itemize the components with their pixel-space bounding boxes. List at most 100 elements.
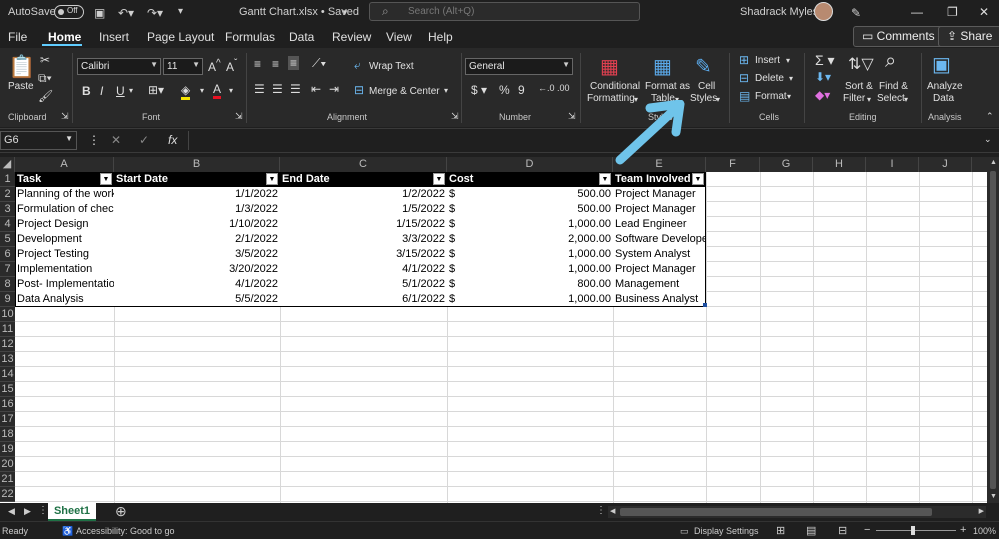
chevron-down-icon[interactable]: ▾ xyxy=(229,86,233,95)
sort-filter-icon[interactable]: ⇅▽ xyxy=(848,54,874,74)
tab-formulas[interactable]: Formulas xyxy=(225,30,275,44)
row-header[interactable]: 21 xyxy=(0,472,15,487)
merge-center-button[interactable]: Merge & Center xyxy=(369,86,440,97)
accessibility-icon[interactable]: ♿ xyxy=(62,526,73,537)
tab-file[interactable]: File xyxy=(8,30,27,44)
restore-icon[interactable]: ❐ xyxy=(947,5,958,19)
borders-icon[interactable]: ⊞▾ xyxy=(148,83,164,97)
underline-icon[interactable]: U xyxy=(116,84,125,98)
name-box[interactable]: G6 ▼ xyxy=(0,131,77,150)
filter-dropdown-icon[interactable]: ▼ xyxy=(692,173,704,185)
chevron-down-icon[interactable]: ▼ xyxy=(341,8,349,17)
italic-icon[interactable]: I xyxy=(100,84,103,98)
row-header[interactable]: 13 xyxy=(0,352,15,367)
dialog-launcher-icon[interactable]: ⇲ xyxy=(451,111,459,122)
normal-view-icon[interactable]: ⊞ xyxy=(776,524,785,537)
filter-dropdown-icon[interactable]: ▼ xyxy=(100,173,112,185)
bold-icon[interactable]: B xyxy=(82,84,91,98)
row-header[interactable]: 14 xyxy=(0,367,15,382)
row-header[interactable]: 2 xyxy=(0,187,15,202)
cut-icon[interactable]: ✂ xyxy=(40,53,50,67)
autosave-toggle[interactable]: Off xyxy=(54,5,84,19)
column-header[interactable]: A xyxy=(15,157,114,172)
zoom-slider-thumb[interactable] xyxy=(911,526,915,535)
comma-icon[interactable]: 9 xyxy=(518,83,525,97)
row-header[interactable]: 22 xyxy=(0,487,15,502)
autosum-icon[interactable]: Σ ▾ xyxy=(815,52,835,69)
column-header[interactable]: D xyxy=(447,157,613,172)
row-header[interactable]: 19 xyxy=(0,442,15,457)
row-header[interactable]: 5 xyxy=(0,232,15,247)
row-header[interactable]: 12 xyxy=(0,337,15,352)
row-header[interactable]: 16 xyxy=(0,397,15,412)
undo-icon[interactable]: ↶▾ xyxy=(118,6,134,20)
dialog-launcher-icon[interactable]: ⇲ xyxy=(235,111,243,122)
scroll-up-icon[interactable]: ▲ xyxy=(990,159,997,166)
find-select-button[interactable]: Find & xyxy=(879,81,908,92)
display-settings-icon[interactable]: ▭ xyxy=(680,526,689,537)
align-middle-icon[interactable]: ≡ xyxy=(272,57,279,71)
zoom-out-icon[interactable]: − xyxy=(864,524,870,536)
scroll-left-icon[interactable]: ◀ xyxy=(610,507,615,515)
share-button[interactable]: ⇪ Share xyxy=(938,26,999,47)
minimize-icon[interactable]: — xyxy=(911,5,923,19)
tab-home[interactable]: Home xyxy=(48,30,81,44)
column-header[interactable]: C xyxy=(280,157,447,172)
paste-button[interactable]: Paste xyxy=(8,81,34,92)
align-bottom-icon[interactable]: ≡ xyxy=(288,56,300,70)
filter-dropdown-icon[interactable]: ▼ xyxy=(433,173,445,185)
tab-data[interactable]: Data xyxy=(289,30,314,44)
format-painter-icon[interactable]: 🖌 xyxy=(38,89,53,103)
vertical-scrollbar[interactable]: ▲ ▼ xyxy=(987,157,999,503)
sort-filter-label[interactable]: Filter xyxy=(843,93,865,104)
scroll-thumb[interactable] xyxy=(990,171,996,489)
tab-view[interactable]: View xyxy=(386,30,412,44)
next-sheet-icon[interactable]: ▶ xyxy=(24,506,31,517)
redo-icon[interactable]: ↷▾ xyxy=(147,6,163,20)
chevron-down-icon[interactable]: ▾ xyxy=(129,86,133,95)
decrease-decimal-icon[interactable]: .00 xyxy=(557,83,570,93)
row-header[interactable]: 4 xyxy=(0,217,15,232)
scroll-right-icon[interactable]: ▶ xyxy=(979,507,984,515)
wrap-text-button[interactable]: Wrap Text xyxy=(369,61,414,72)
increase-indent-icon[interactable]: ⇥ xyxy=(329,82,339,96)
tab-insert[interactable]: Insert xyxy=(99,30,129,44)
insert-cells-button[interactable]: Insert xyxy=(755,55,780,66)
zoom-level[interactable]: 100% xyxy=(973,526,996,536)
row-header[interactable]: 10 xyxy=(0,307,15,322)
scroll-down-icon[interactable]: ▼ xyxy=(990,493,997,500)
zoom-slider[interactable] xyxy=(876,530,956,531)
analyze-data-icon[interactable]: ▣ xyxy=(932,52,951,77)
table-header-end-date[interactable]: End Date ▼ xyxy=(280,172,447,187)
conditional-formatting-button[interactable]: Conditional xyxy=(590,81,640,92)
more-sheets-icon[interactable]: ⋮ xyxy=(38,505,48,516)
font-color-icon[interactable]: A xyxy=(213,82,222,99)
tab-page-layout[interactable]: Page Layout xyxy=(147,30,214,44)
orientation-icon[interactable]: ⟋▾ xyxy=(312,56,326,71)
currency-icon[interactable]: $ ▾ xyxy=(471,83,487,97)
fill-icon[interactable]: ⬇▾ xyxy=(815,70,831,84)
table-header-task[interactable]: Task ▼ xyxy=(15,172,114,187)
row-header[interactable]: 9 xyxy=(0,292,15,307)
more-options-icon[interactable]: ⋮ xyxy=(88,133,100,147)
chevron-down-icon[interactable]: ▾ xyxy=(444,86,448,95)
pen-icon[interactable]: ✎ xyxy=(851,6,861,20)
align-top-icon[interactable]: ≡ xyxy=(254,57,261,71)
row-header[interactable]: 1 xyxy=(0,172,15,187)
decrease-font-icon[interactable]: Aˇ xyxy=(226,58,237,74)
expand-formula-icon[interactable]: ⌄ xyxy=(984,134,992,145)
row-header[interactable]: 15 xyxy=(0,382,15,397)
row-header[interactable]: 11 xyxy=(0,322,15,337)
column-header[interactable]: G xyxy=(760,157,813,172)
table-header-team[interactable]: Team Involved ▼ xyxy=(613,172,706,187)
customize-toolbar-icon[interactable]: ▾ xyxy=(178,6,183,17)
user-name[interactable]: Shadrack Myles xyxy=(740,6,818,18)
row-header[interactable]: 20 xyxy=(0,457,15,472)
search-box[interactable]: ⌕ Search (Alt+Q) xyxy=(369,2,640,21)
sort-filter-button[interactable]: Sort & xyxy=(845,81,873,92)
row-header[interactable]: 3 xyxy=(0,202,15,217)
formula-input[interactable] xyxy=(188,131,986,150)
add-sheet-icon[interactable]: ⊕ xyxy=(115,503,127,520)
analyze-data-label[interactable]: Data xyxy=(933,93,954,104)
sheet-tab[interactable]: Sheet1 xyxy=(48,503,96,521)
